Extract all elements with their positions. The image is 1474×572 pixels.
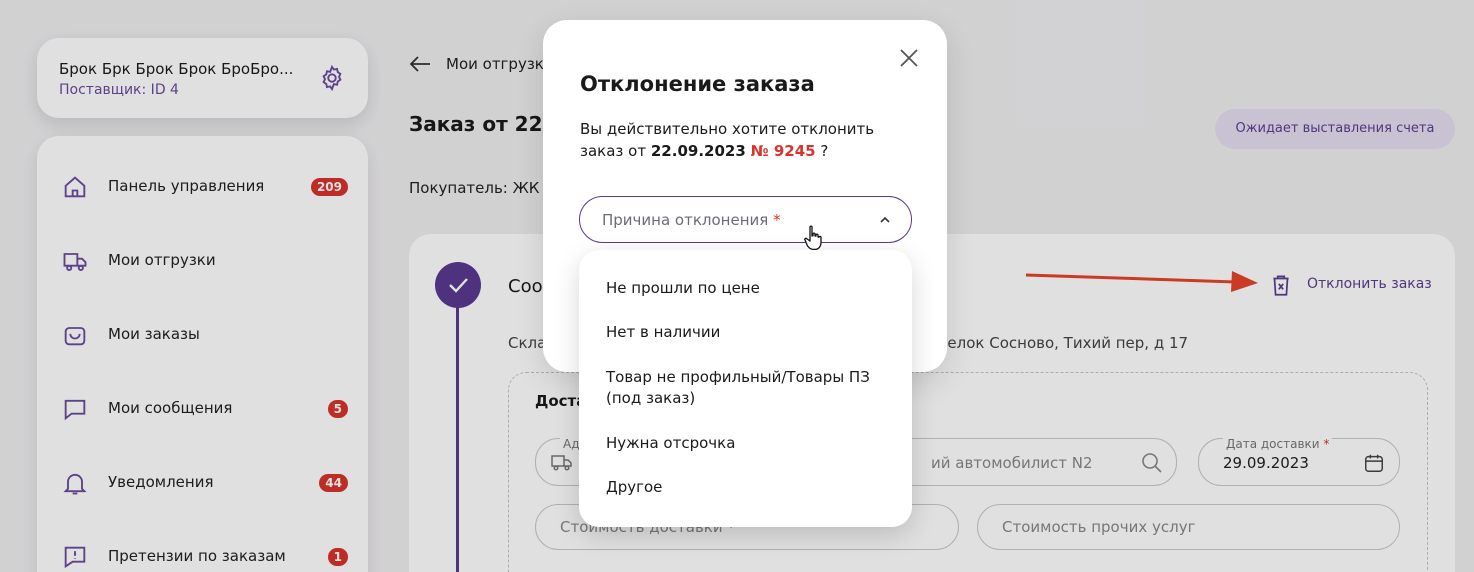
chevron-up-icon (880, 216, 890, 223)
reject-reason-placeholder: Причина отклонения * (602, 211, 781, 229)
reason-option[interactable]: Не прошли по цене (606, 278, 896, 299)
order-number: № 9245 (750, 142, 816, 160)
reason-option[interactable]: Нет в наличии (606, 322, 896, 343)
modal-title: Отклонение заказа (580, 72, 815, 96)
reject-reason-dropdown: Не прошли по цене Нет в наличии Товар не… (579, 250, 912, 527)
reason-option[interactable]: Товар не профильный/Товары ПЗ (под заказ… (606, 367, 896, 409)
modal-message: Вы действительно хотите отклонить заказ … (580, 120, 875, 160)
order-date: 22.09.2023 (650, 142, 746, 160)
reason-option[interactable]: Другое (606, 477, 896, 498)
reason-option[interactable]: Нужна отсрочка (606, 433, 896, 454)
close-icon[interactable] (899, 48, 919, 68)
hand-cursor-icon (804, 225, 822, 251)
reject-reason-select[interactable]: Причина отклонения * (579, 196, 912, 243)
